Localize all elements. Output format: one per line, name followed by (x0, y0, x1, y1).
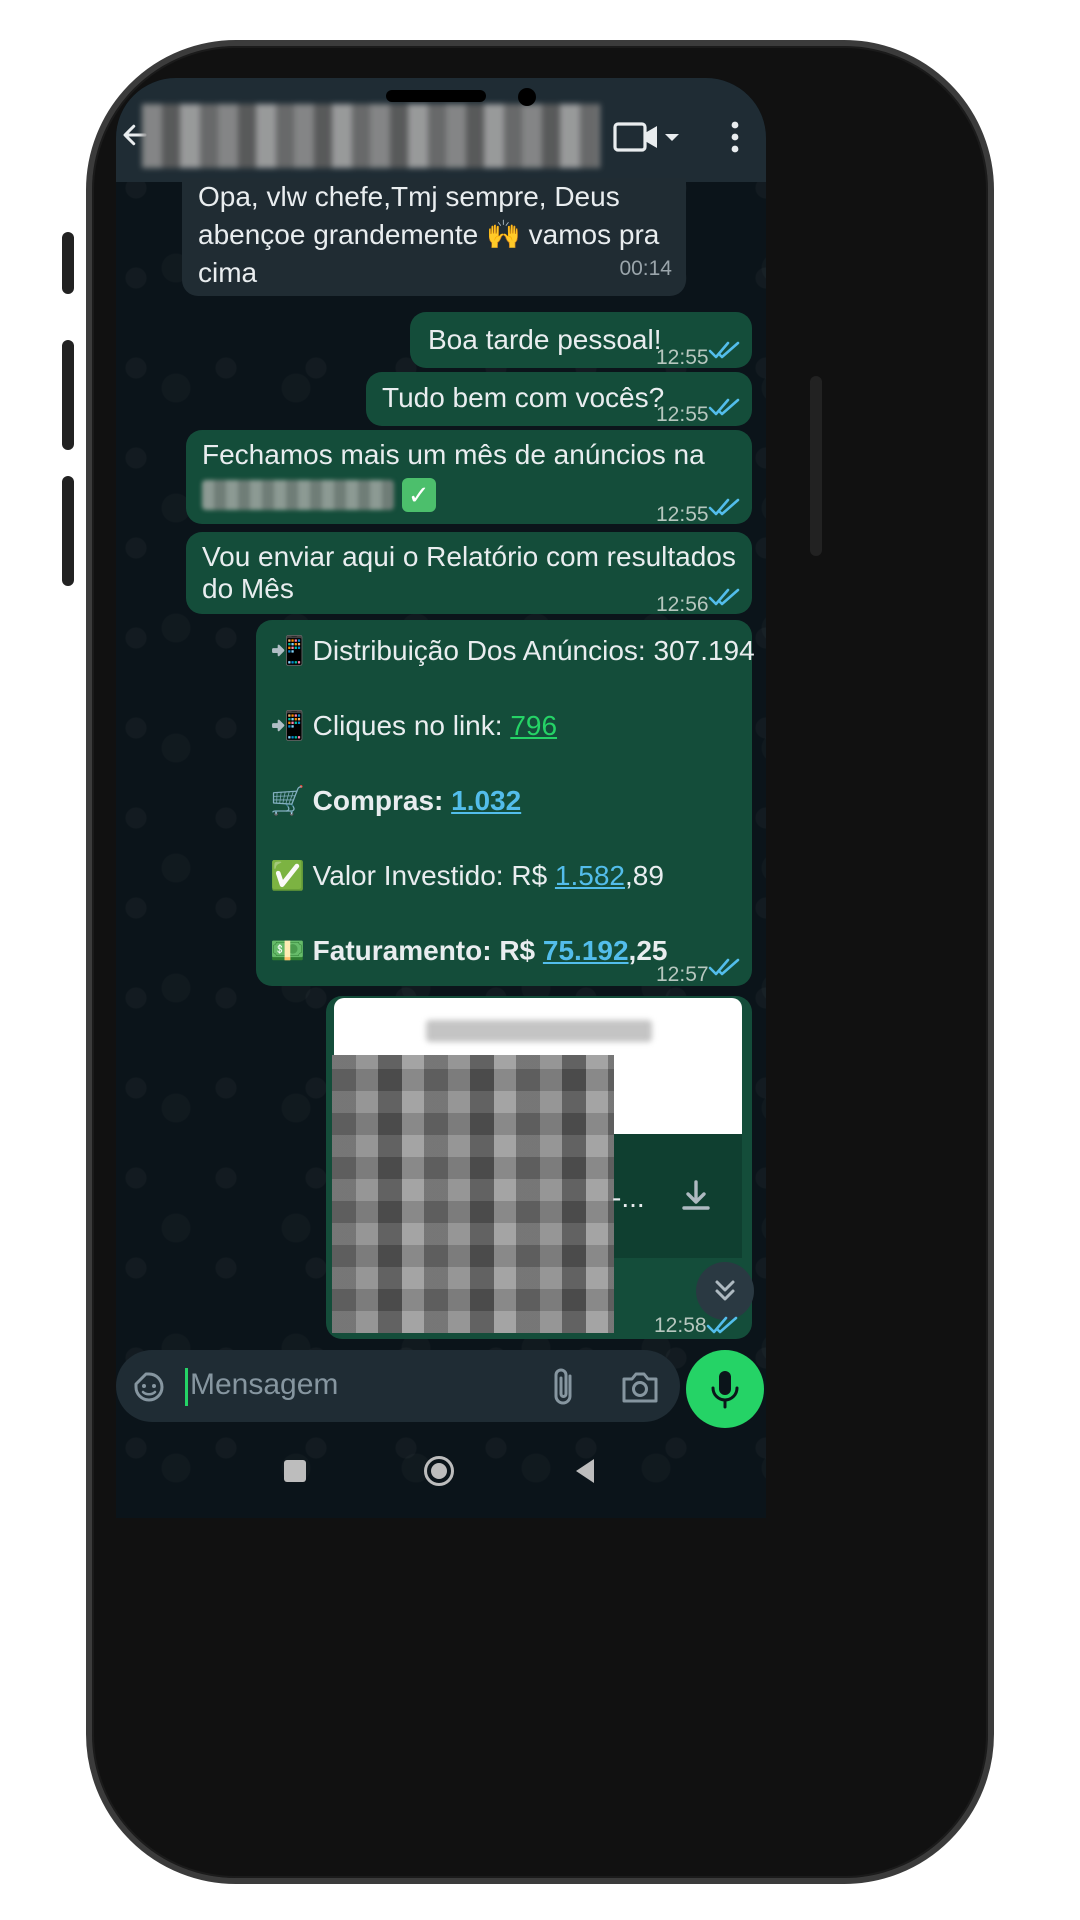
message-text-line-2: ✓ (202, 474, 436, 512)
report-invested-label: Valor Investido: R$ (312, 860, 555, 891)
report-line-invested: ✅ Valor Investido: R$ 1.582,89 (270, 857, 664, 895)
document-title-blurred (426, 1020, 652, 1042)
read-ticks-icon (708, 958, 740, 976)
report-line-distribution: 📲 Distribuição Dos Anúncios: 307.194 (270, 632, 755, 670)
message-time: 12:55 (656, 403, 709, 426)
more-vert-icon[interactable] (726, 120, 744, 154)
document-filename-ellipsis: -... (612, 1182, 645, 1213)
message-incoming[interactable]: Opa, vlw chefe,Tmj sempre, Deus abençoe … (182, 178, 686, 296)
paperclip-icon[interactable] (546, 1366, 582, 1408)
message-text-line: do Mês (202, 573, 294, 604)
message-outgoing[interactable]: Fechamos mais um mês de anúncios na ✓ 12… (186, 430, 752, 526)
notch (386, 90, 486, 102)
download-icon[interactable] (676, 1176, 716, 1216)
report-distribution-text: Distribuição Dos Anúncios: 307.194 (312, 635, 755, 666)
phone-volume-down (62, 476, 74, 586)
report-purchases-value[interactable]: 1.032 (451, 785, 521, 816)
message-text: Fechamos mais um mês de anúncios na (202, 439, 705, 470)
message-time: 12:56 (656, 593, 709, 616)
message-outgoing-report[interactable]: 📲 Distribuição Dos Anúncios: 307.194 📲 C… (256, 620, 755, 986)
camera-dot (518, 88, 536, 106)
phone-side-button (62, 232, 74, 294)
report-revenue-label: Faturamento: R$ (312, 935, 543, 966)
read-ticks-icon (708, 498, 740, 516)
nav-back-icon[interactable] (570, 1456, 600, 1486)
message-time: 12:58 (654, 1314, 707, 1337)
report-line-purchases: 🛒 Compras: 1.032 (270, 782, 521, 820)
report-clicks-label: Cliques no link: (312, 710, 511, 741)
message-time: 00:14 (619, 257, 672, 280)
text-caret (185, 1368, 188, 1406)
message-text-line: abençoe grandemente 🙌 vamos pra (198, 219, 660, 250)
report-line-revenue: 💵 Faturamento: R$ 75.192,25 (270, 932, 667, 970)
message-text: Boa tarde pessoal! (428, 324, 662, 355)
contact-name-blurred[interactable] (142, 104, 600, 168)
check-emoji: ✅ (270, 860, 305, 891)
report-clicks-value[interactable]: 796 (510, 710, 557, 741)
report-line-clicks: 📲 Cliques no link: 796 (270, 707, 557, 745)
message-text-line: cima (198, 257, 258, 288)
read-ticks-icon (708, 341, 740, 359)
sticker-icon[interactable] (130, 1368, 168, 1406)
double-chevron-down-icon (715, 1280, 735, 1301)
message-outgoing[interactable]: Boa tarde pessoal! 12:55 (410, 312, 752, 369)
message-time: 12:57 (656, 963, 709, 986)
message-outgoing[interactable]: Vou enviar aqui o Relatório com resultad… (186, 532, 752, 616)
blurred-image-overlay (332, 1055, 614, 1333)
blurred-brand-name (202, 479, 394, 510)
message-input-placeholder[interactable]: Mensagem (190, 1368, 338, 1402)
money-emoji: 💵 (270, 935, 305, 966)
phone-volume-up (62, 340, 74, 450)
message-time: 12:55 (656, 503, 709, 526)
report-revenue-value[interactable]: 75.192 (543, 935, 629, 966)
camera-icon[interactable] (620, 1368, 660, 1406)
cart-emoji: 🛒 (270, 785, 305, 816)
phone-power-button (810, 376, 822, 556)
check-emoji-icon: ✓ (401, 477, 436, 512)
video-call-icon[interactable] (612, 120, 682, 154)
phone-arrow-emoji: 📲 (270, 635, 305, 666)
home-button-dot (431, 1463, 447, 1479)
phone-arrow-emoji: 📲 (270, 710, 305, 741)
report-purchases-label: Compras: (312, 785, 452, 816)
message-outgoing[interactable]: Tudo bem com vocês? 12:55 (366, 372, 752, 426)
report-invested-value[interactable]: 1.582 (555, 860, 625, 891)
read-ticks-icon (708, 398, 740, 416)
recent-apps-button[interactable] (284, 1460, 306, 1482)
read-ticks-icon (706, 1316, 738, 1334)
message-text-line: Opa, vlw chefe,Tmj sempre, Deus (198, 181, 620, 212)
microphone-icon (711, 1371, 739, 1409)
message-text: Tudo bem com vocês? (382, 382, 665, 413)
report-invested-cents: ,89 (625, 860, 664, 891)
read-ticks-icon (708, 588, 740, 606)
